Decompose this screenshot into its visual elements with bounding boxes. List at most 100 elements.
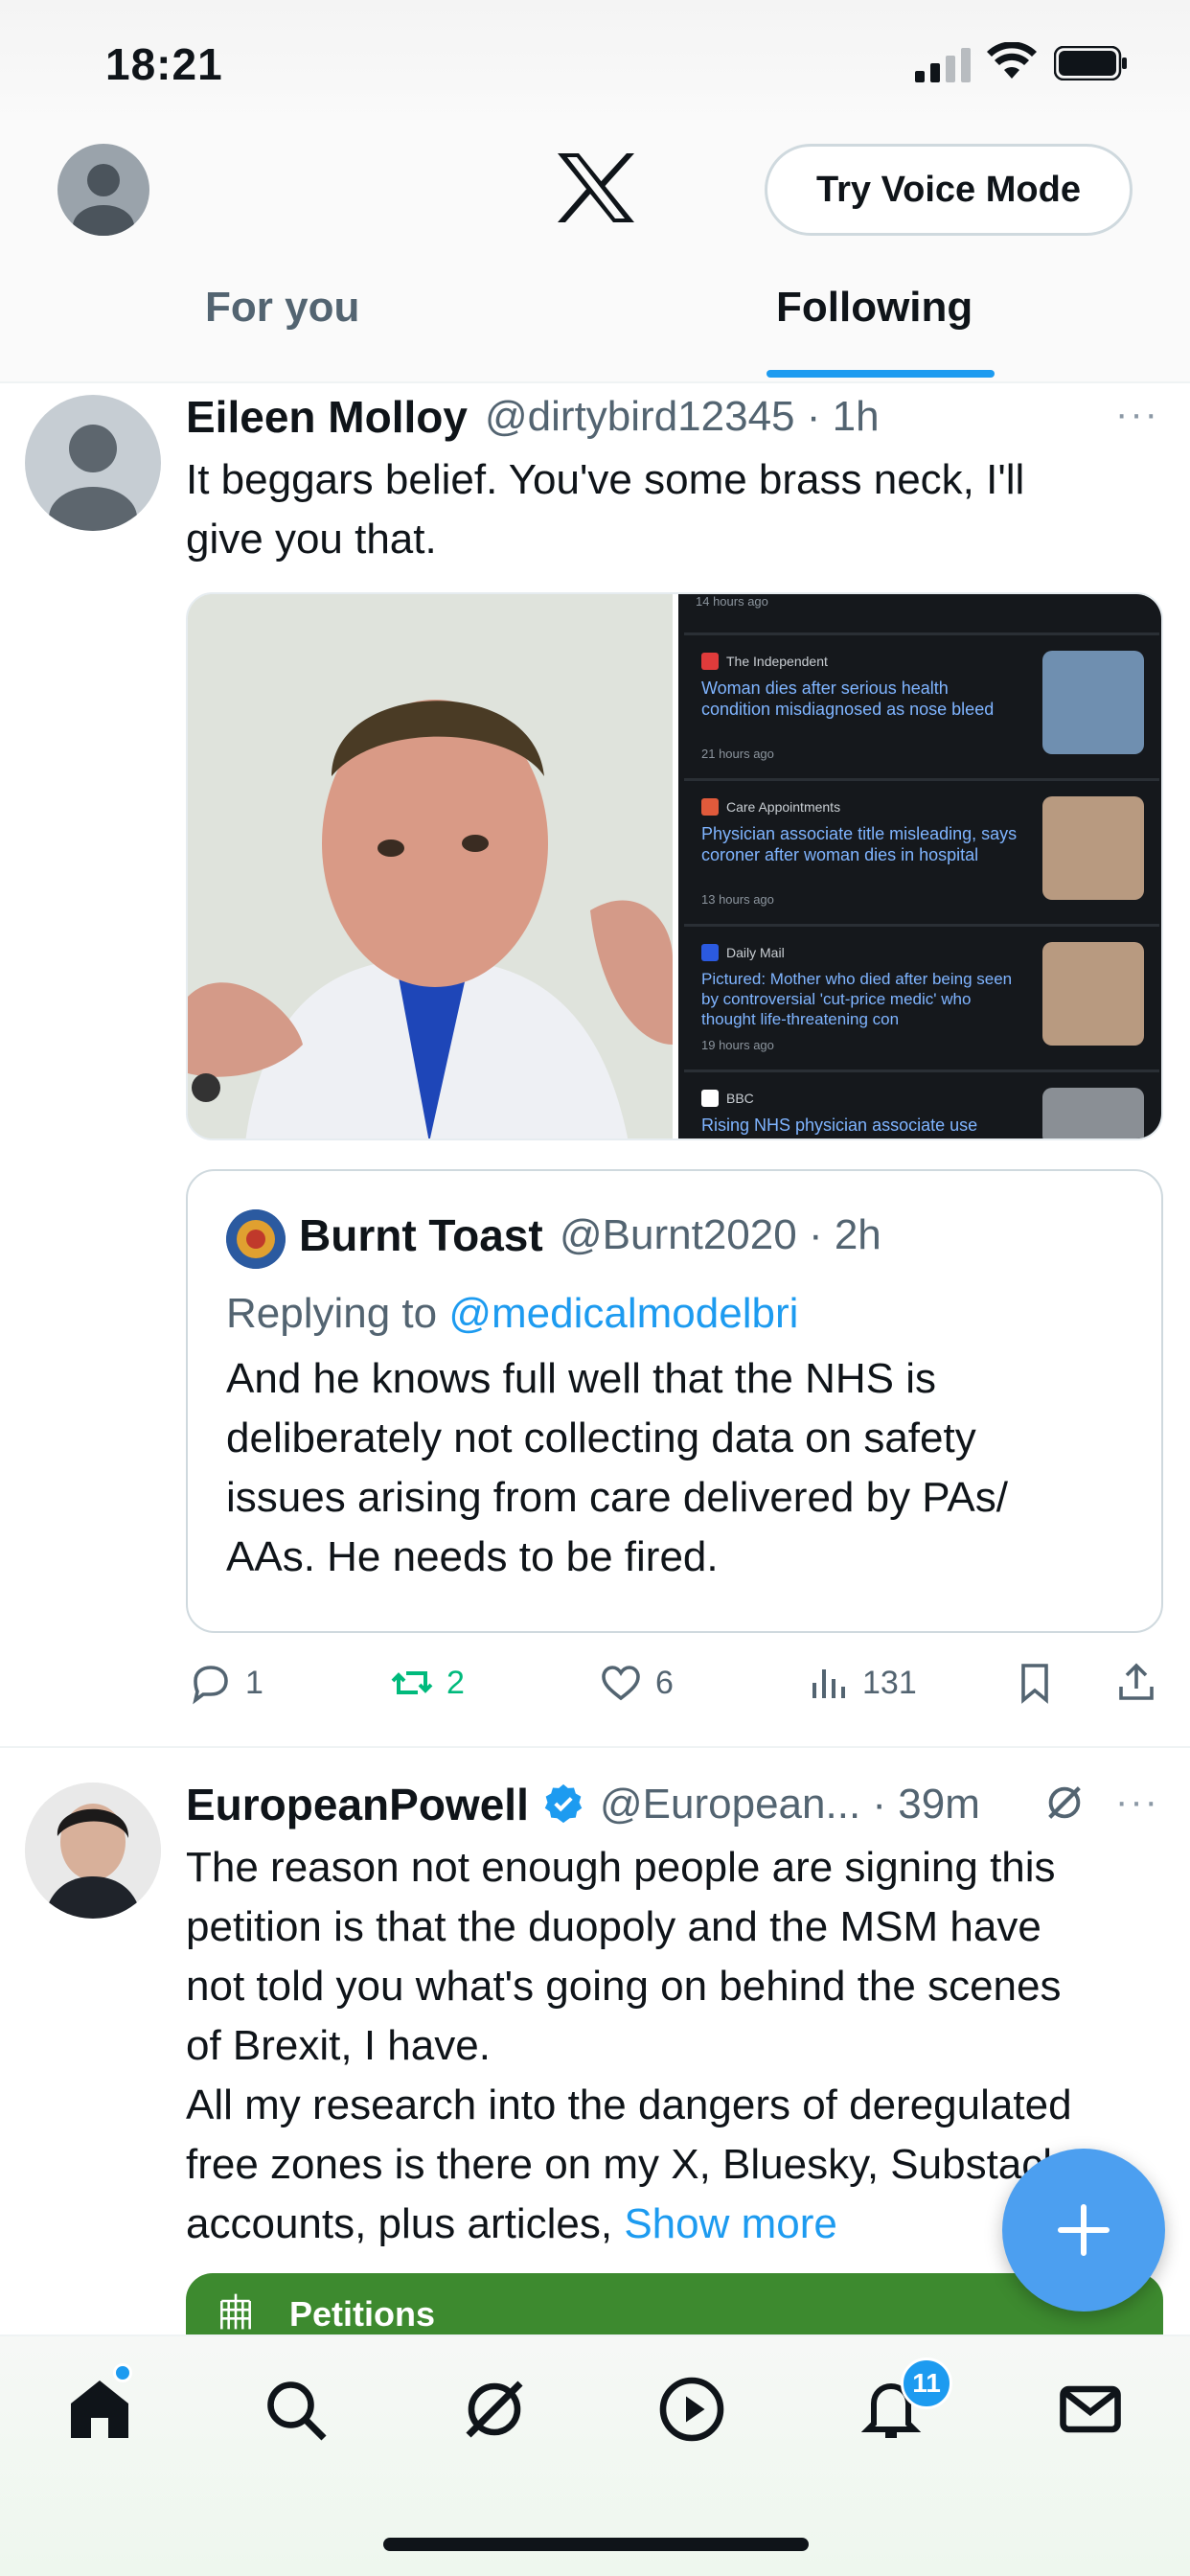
share-icon [1119, 1663, 1154, 1700]
share-button[interactable] [1113, 1654, 1171, 1712]
post-photo-person[interactable] [188, 594, 673, 1138]
source-logo-icon [701, 944, 719, 961]
news-item: Care Appointments Physician associate ti… [684, 778, 1159, 918]
plus-icon [1058, 2204, 1110, 2256]
post-photo-news-screenshot[interactable]: 14 hours ago The Independent Woman dies … [678, 594, 1161, 1138]
person-photo-image [188, 594, 673, 1138]
reply-icon [193, 1666, 228, 1705]
status-time: 18:21 [105, 39, 223, 89]
quoted-text-line: AAs. He needs to be fired. [226, 1533, 719, 1580]
active-tab-indicator [767, 370, 995, 378]
replying-to: Replying to @medicalmodelbri [226, 1290, 798, 1338]
source-logo-icon [701, 798, 719, 816]
alt-badge-icon [192, 1073, 220, 1102]
post-text-line: accounts, plus articles, Show more [186, 2195, 1072, 2254]
verified-badge-icon [544, 1783, 583, 1824]
news-item: BBC Rising NHS physician associate use [684, 1070, 1159, 1138]
handle-text: @European... [600, 1781, 861, 1828]
quoted-post[interactable]: Burnt Toast @Burnt2020 · 2h Replying to … [186, 1169, 1163, 1633]
replying-prefix: Replying to [226, 1290, 449, 1337]
tab-for-you[interactable]: For you [205, 284, 359, 332]
news-source: Daily Mail [726, 945, 785, 960]
bookmark-icon [1021, 1664, 1048, 1704]
news-item: Daily Mail Pictured: Mother who died aft… [684, 924, 1159, 1064]
post-author-name[interactable]: EuropeanPowell [186, 1779, 529, 1830]
post-text-line: of Brexit, I have. [186, 2022, 491, 2069]
news-thumbnail [1042, 651, 1144, 754]
news-thumbnail [1042, 1088, 1144, 1138]
post-time: · 2h [808, 1211, 881, 1258]
quoted-text-line: deliberately not collecting data on safe… [226, 1414, 976, 1461]
reply-count: 1 [245, 1664, 263, 1701]
post-text: The reason not enough people are signing… [186, 1838, 1072, 2254]
quoted-author-handle: @Burnt2020 · 2h [560, 1211, 881, 1259]
default-avatar-icon [73, 164, 134, 236]
news-title: Physician associate title misleading, sa… [701, 824, 1018, 864]
quoted-text-line: And he knows full well that the NHS is [226, 1355, 937, 1402]
news-time: 21 hours ago [701, 747, 774, 761]
video-play-icon[interactable] [657, 2375, 726, 2444]
post-text: It beggars belief. You've some brass nec… [186, 450, 1024, 569]
post-time: · 1h [806, 393, 880, 440]
replying-to-link[interactable]: @medicalmodelbri [448, 1290, 798, 1337]
repost-button[interactable]: 2 [389, 1654, 465, 1712]
quoted-author-name: Burnt Toast [299, 1210, 543, 1260]
news-title: Rising NHS physician associate use [701, 1116, 978, 1135]
post-divider [0, 1746, 1190, 1748]
compose-post-button[interactable] [1002, 2149, 1165, 2312]
quoted-text-line: issues arising from care delivered by PA… [226, 1474, 1008, 1521]
home-icon[interactable] [65, 2375, 134, 2444]
post-avatar[interactable] [25, 395, 161, 531]
grok-icon[interactable] [1042, 1781, 1087, 1825]
news-title: Pictured: Mother who died after being se… [701, 970, 1013, 1028]
messages-envelope-icon[interactable] [1056, 2375, 1125, 2444]
handle-text: @Burnt2020 [560, 1211, 797, 1258]
news-source: Care Appointments [726, 799, 841, 815]
post-more-button[interactable]: ··· [1115, 393, 1159, 436]
reply-button[interactable]: 1 [188, 1654, 263, 1712]
repost-count: 2 [446, 1664, 465, 1701]
notifications-badge: 11 [901, 2358, 952, 2409]
post-text-line: petition is that the duopoly and the MSM… [186, 1903, 1041, 1950]
search-icon[interactable] [261, 2375, 330, 2444]
news-thumbnail [1042, 796, 1144, 900]
news-source: BBC [726, 1091, 754, 1106]
post-text-line: It beggars belief. You've some brass nec… [186, 456, 1025, 503]
post-text-line: not told you what's going on behind the … [186, 1963, 1062, 2010]
views-count: 131 [862, 1664, 917, 1701]
news-source: The Independent [726, 654, 828, 669]
source-logo-icon [701, 1090, 719, 1107]
post-author-handle[interactable]: @dirtybird12345 · 1h [485, 393, 880, 441]
quoted-post-text: And he knows full well that the NHS is d… [226, 1349, 1008, 1587]
views-button[interactable]: 131 [805, 1654, 917, 1712]
portcullis-icon [220, 2293, 251, 2330]
post-author-handle[interactable]: @European... · 39m [600, 1781, 980, 1828]
cellular-signal-icon [915, 48, 971, 82]
news-time: 14 hours ago [696, 594, 768, 609]
status-bar: 18:21 [0, 0, 1190, 125]
post-author-name[interactable]: Eileen Molloy [186, 391, 468, 443]
news-time: 19 hours ago [701, 1038, 774, 1052]
post-text-line: The reason not enough people are signing… [186, 1844, 1056, 1891]
post-more-button[interactable]: ··· [1115, 1781, 1159, 1824]
show-more-link[interactable]: Show more [624, 2200, 837, 2247]
post-avatar[interactable] [25, 1782, 161, 1919]
bookmark-button[interactable] [1012, 1654, 1069, 1712]
my-avatar[interactable] [57, 144, 149, 236]
try-voice-mode-button[interactable]: Try Voice Mode [765, 144, 1133, 236]
x-logo-icon[interactable] [556, 151, 636, 224]
post-time: · 39m [872, 1781, 980, 1828]
post-text-segment: accounts, plus articles, [186, 2200, 625, 2247]
battery-icon [1054, 46, 1127, 80]
post-text-line: give you that. [186, 516, 437, 563]
grok-nav-icon[interactable] [460, 2375, 529, 2444]
author-photo-image [25, 1782, 161, 1919]
source-logo-icon [701, 653, 719, 670]
post-text-line: All my research into the dangers of dere… [186, 2082, 1072, 2128]
news-thumbnail [1042, 942, 1144, 1046]
handle-text: @dirtybird12345 [485, 393, 795, 440]
like-button[interactable]: 6 [598, 1654, 674, 1712]
tab-following[interactable]: Following [776, 284, 973, 332]
post-media-grid[interactable]: 14 hours ago The Independent Woman dies … [186, 592, 1163, 1140]
like-count: 6 [655, 1664, 674, 1701]
